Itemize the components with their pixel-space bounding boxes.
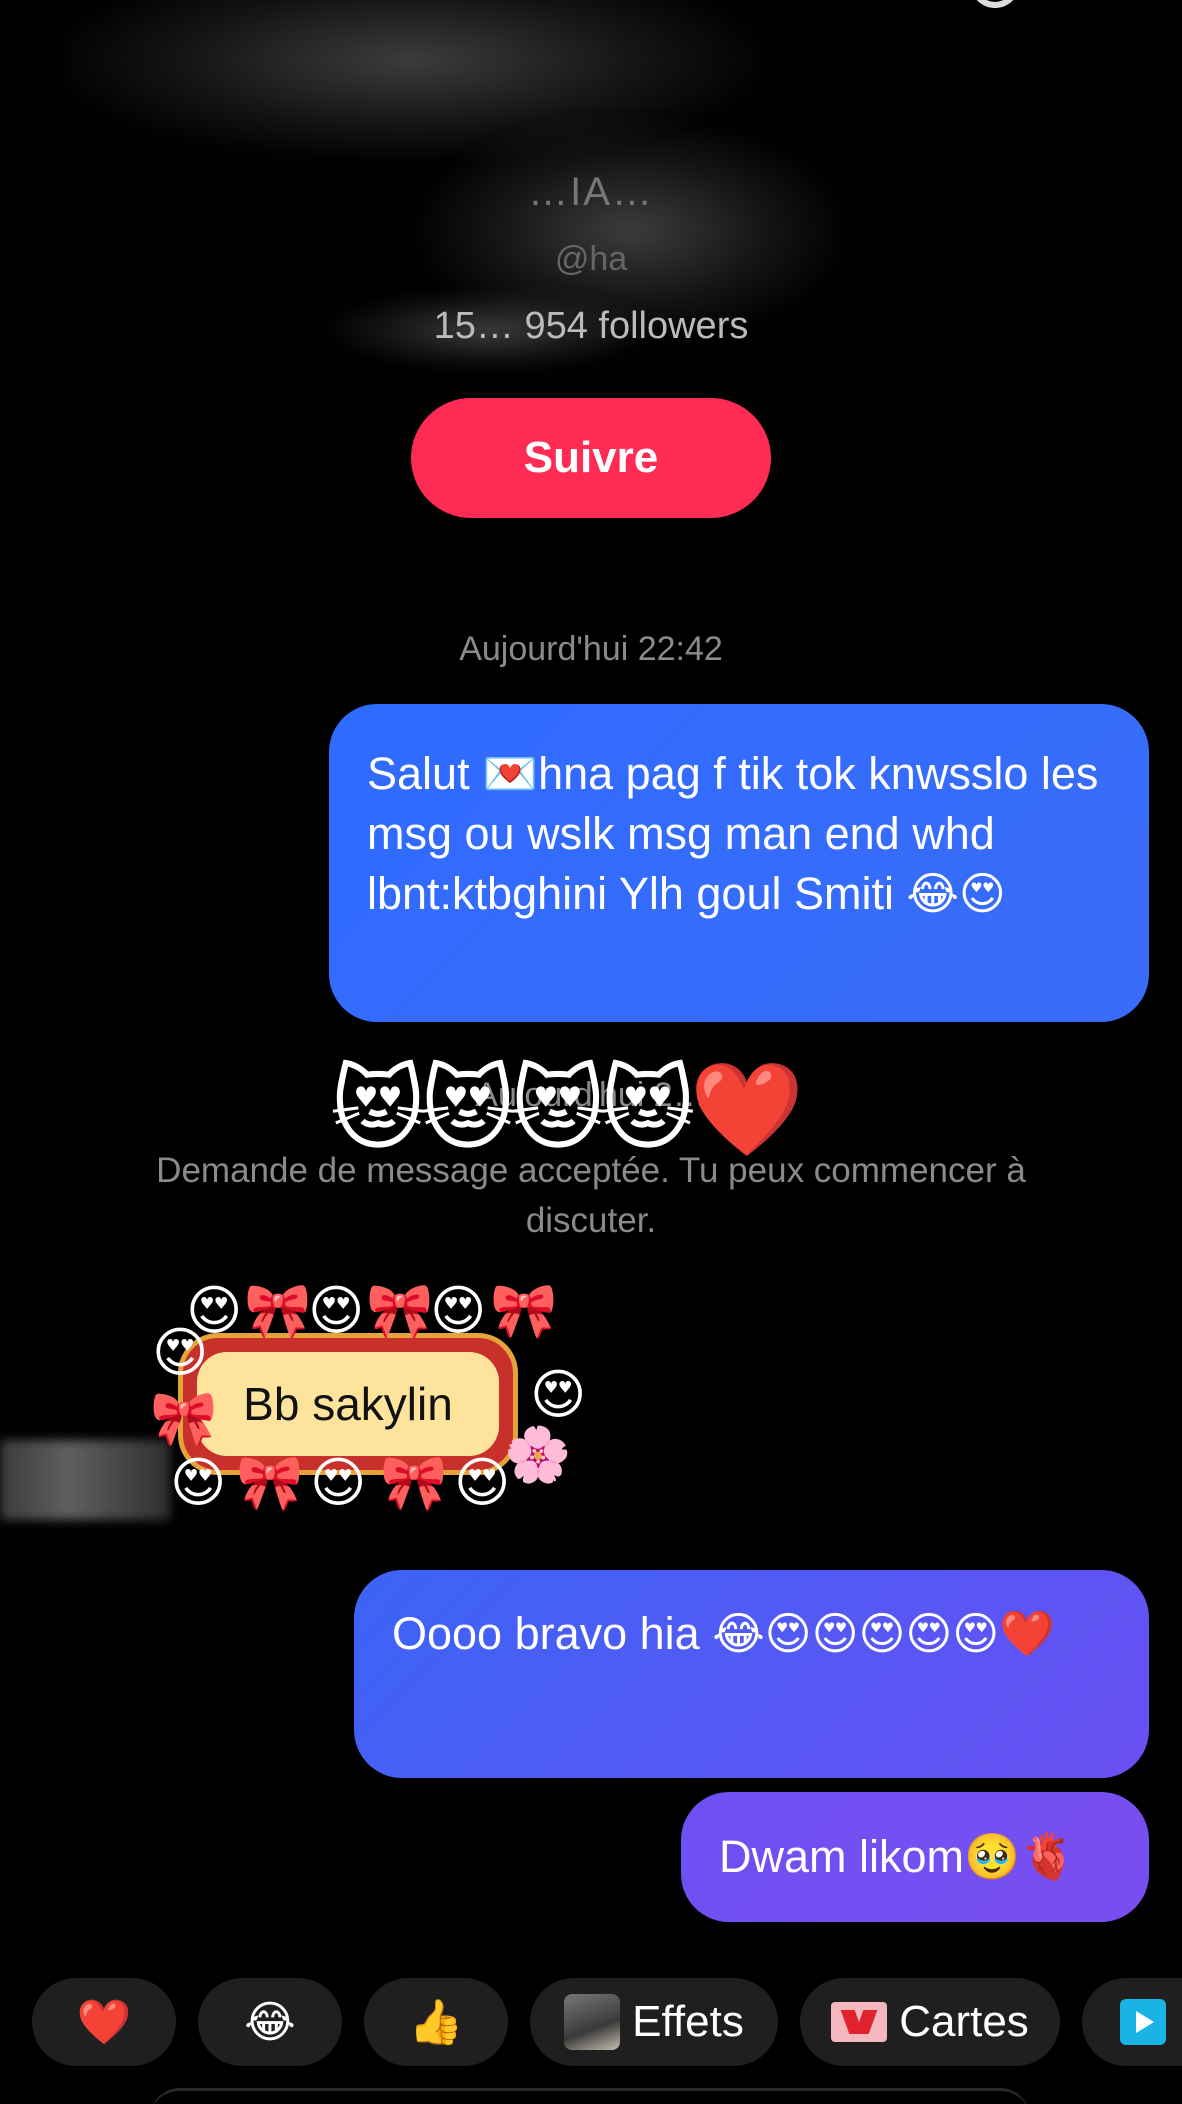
system-message: Demande de message acceptée. Tu peux com… bbox=[156, 1151, 1026, 1240]
heart-eyes-icon: 😍 bbox=[430, 1281, 487, 1341]
quick-action-bar: ❤️ 😂 👍 Effets Cartes bbox=[0, 1978, 1182, 2068]
cards-label: Cartes bbox=[899, 1997, 1029, 2046]
effects-button[interactable]: Effets bbox=[530, 1978, 778, 2066]
bow-icon: 🎀 bbox=[490, 1281, 558, 1341]
sent-message-1[interactable]: Salut 💌hna pag f tik tok knwsslo les msg… bbox=[329, 704, 1149, 1022]
effects-label: Effets bbox=[632, 1997, 744, 2046]
bow-icon: 🎀 bbox=[366, 1281, 434, 1341]
laugh-icon: 😂 bbox=[244, 1997, 296, 2047]
received-sticker[interactable]: Bb sakylin 😍 🎀 😍 🎀 😍 🎀 😍 😍 🎀 🌸 😍 🎀 😍 🎀 😍 bbox=[140, 1281, 586, 1535]
play-icon bbox=[1120, 1999, 1166, 2045]
sticker-text: Bb sakylin bbox=[197, 1352, 499, 1456]
bow-icon: 🎀 bbox=[244, 1281, 312, 1341]
sent-message-2[interactable]: Oooo bravo hia 😂😍😍😍😍😍❤️ bbox=[354, 1570, 1149, 1778]
quick-reply-heart[interactable]: ❤️ bbox=[32, 1978, 176, 2066]
bow-icon: 🎀 bbox=[380, 1453, 448, 1513]
flower-icon: 🌸 bbox=[504, 1425, 572, 1485]
heart-eyes-icon: 😍 bbox=[454, 1453, 511, 1513]
cards-button[interactable]: Cartes bbox=[800, 1978, 1060, 2066]
heart-icon: ❤️ bbox=[76, 1998, 132, 2047]
more-apps-button[interactable] bbox=[1082, 1978, 1182, 2066]
timestamp-1: Aujourd'hui 22:42 bbox=[459, 630, 723, 668]
heart-eyes-icon: 😍 bbox=[530, 1365, 587, 1425]
top-status-icon bbox=[970, 0, 1020, 8]
heart-eyes-icon: 😍 bbox=[152, 1323, 209, 1383]
profile-stats: 15… 954 followers bbox=[433, 305, 749, 347]
message-input-edge[interactable] bbox=[150, 2088, 1030, 2104]
heart-eyes-icon: 😍 bbox=[308, 1281, 365, 1341]
thumbs-up-icon: 👍 bbox=[408, 1998, 464, 2047]
follow-button[interactable]: Suivre bbox=[411, 398, 771, 518]
quick-reply-laugh[interactable]: 😂 bbox=[198, 1978, 342, 2066]
message-text: Salut 💌hna pag f tik tok knwsslo les msg… bbox=[367, 748, 1099, 919]
bow-icon: 🎀 bbox=[236, 1453, 304, 1513]
profile-handle: @ha bbox=[554, 240, 628, 278]
profile-name: …IA… bbox=[528, 170, 654, 214]
card-gift-icon bbox=[831, 2002, 888, 2042]
heart-eyes-icon: 😍 bbox=[310, 1453, 367, 1513]
effects-thumbnail-icon bbox=[564, 1994, 621, 2050]
sent-message-3[interactable]: Dwam likom🥹🫀 bbox=[681, 1792, 1149, 1922]
message-text: Dwam likom🥹🫀 bbox=[719, 1831, 1077, 1882]
message-text: Oooo bravo hia 😂😍😍😍😍😍❤️ bbox=[392, 1608, 1056, 1659]
bow-icon: 🎀 bbox=[150, 1389, 218, 1449]
heart-eyes-icon: 😍 bbox=[170, 1453, 227, 1513]
quick-reply-thumbs-up[interactable]: 👍 bbox=[364, 1978, 508, 2066]
